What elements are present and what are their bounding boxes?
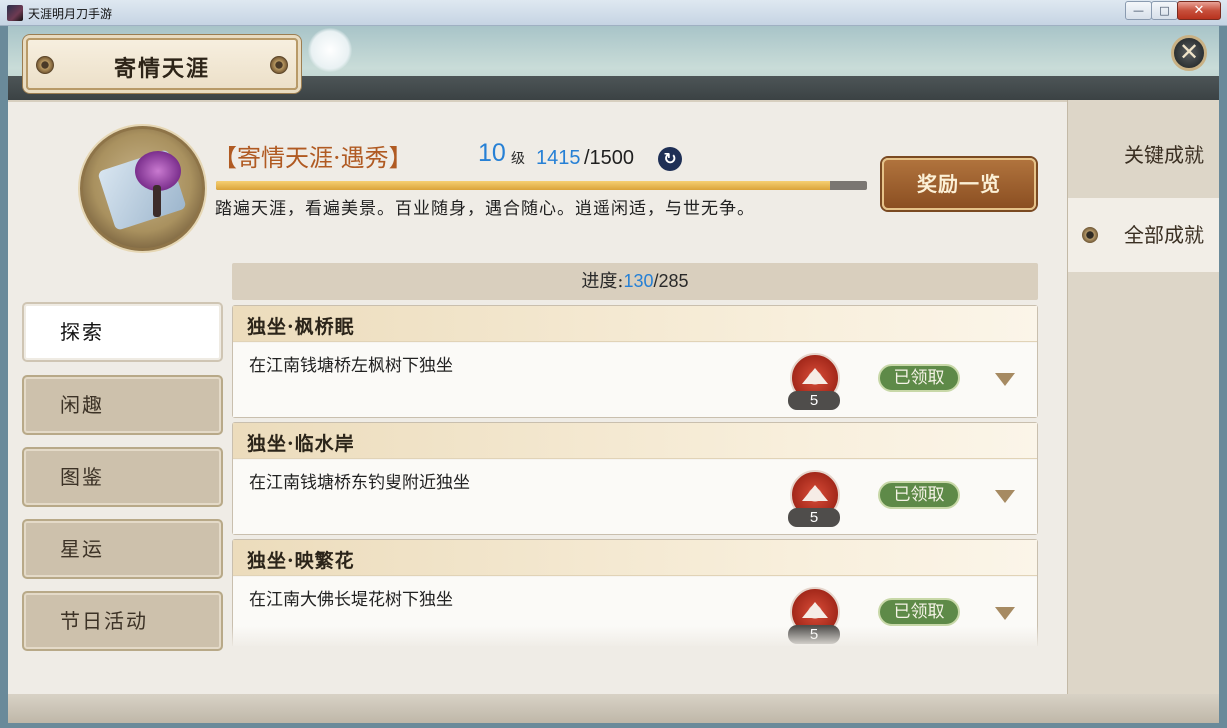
card-header: 独坐·枫桥眠 bbox=[233, 306, 1037, 342]
level-unit: 级 bbox=[511, 151, 525, 167]
refresh-icon[interactable]: ↻ bbox=[658, 147, 682, 171]
exp-max: /1500 bbox=[584, 147, 635, 169]
overall-progress: 进度:130/285 bbox=[232, 263, 1038, 300]
claimed-status: 已领取 bbox=[878, 364, 960, 392]
tab-collection[interactable]: 图鉴 bbox=[22, 447, 223, 507]
list-item[interactable]: 独坐·临水岸 在江南钱塘桥东钓叟附近独坐 5 已领取 bbox=[232, 422, 1038, 535]
card-body: 在江南钱塘桥东钓叟附近独坐 5 已领取 bbox=[233, 460, 1037, 534]
window-close-button[interactable]: ✕ bbox=[1177, 1, 1221, 20]
progress-label: 进度: bbox=[581, 271, 624, 292]
tab-festival[interactable]: 节日活动 bbox=[22, 591, 223, 651]
window-controls: — □ ✕ bbox=[1125, 1, 1221, 20]
app-icon bbox=[7, 5, 23, 21]
chevron-down-icon[interactable] bbox=[995, 607, 1015, 620]
tab-leisure[interactable]: 闲趣 bbox=[22, 375, 223, 435]
reward-count: 5 bbox=[788, 391, 840, 410]
exp-progress-fill bbox=[216, 181, 830, 190]
progress-total: /285 bbox=[653, 271, 689, 291]
title-plaque: 寄情天涯 bbox=[26, 38, 298, 90]
window-titlebar: 天涯明月刀手游 — □ ✕ bbox=[0, 0, 1227, 26]
progress-current: 130 bbox=[623, 271, 654, 291]
trunk-art bbox=[153, 185, 161, 217]
window-title: 天涯明月刀手游 bbox=[28, 7, 113, 21]
item-name: 独坐·临水岸 bbox=[247, 433, 355, 455]
item-description: 在江南钱塘桥左枫树下独坐 bbox=[249, 356, 453, 376]
bottom-strip bbox=[8, 694, 1219, 723]
claimed-status: 已领取 bbox=[878, 598, 960, 626]
tab-all-achievements-label: 全部成就 bbox=[1124, 223, 1204, 247]
achievement-list: 独坐·枫桥眠 在江南钱塘桥左枫树下独坐 5 已领取 独坐·临水岸 在江南钱塘桥东… bbox=[232, 305, 1038, 646]
reward-count: 5 bbox=[788, 508, 840, 527]
card-header: 独坐·映繁花 bbox=[233, 540, 1037, 576]
close-icon[interactable]: ✕ bbox=[1171, 35, 1207, 71]
maximize-button[interactable]: □ bbox=[1151, 1, 1178, 20]
page-title: 寄情天涯 bbox=[113, 56, 210, 82]
item-name: 独坐·枫桥眠 bbox=[247, 316, 355, 338]
minimize-button[interactable]: — bbox=[1125, 1, 1152, 20]
achievement-avatar bbox=[80, 126, 205, 251]
tab-fortune[interactable]: 星运 bbox=[22, 519, 223, 579]
exp-progress-bar bbox=[216, 181, 867, 190]
moon-decoration bbox=[308, 28, 352, 72]
list-fade bbox=[232, 626, 1038, 648]
item-description: 在江南钱塘桥东钓叟附近独坐 bbox=[249, 473, 470, 493]
card-header: 独坐·临水岸 bbox=[233, 423, 1037, 459]
achievement-description: 踏遍天涯，看遍美景。百业随身，遇合随心。逍遥闲适，与世无争。 bbox=[215, 199, 755, 219]
game-area: 寄情天涯 ✕ 关键成就 全部成就 【寄情天涯·遇秀】 10 级 1415 /15… bbox=[8, 26, 1219, 723]
reward-list-button[interactable]: 奖励一览 bbox=[882, 158, 1036, 210]
list-item[interactable]: 独坐·枫桥眠 在江南钱塘桥左枫树下独坐 5 已领取 bbox=[232, 305, 1038, 418]
tab-all-achievements[interactable]: 全部成就 bbox=[1068, 198, 1219, 272]
tab-key-achievements[interactable]: 关键成就 bbox=[1068, 118, 1219, 192]
achievement-title: 【寄情天涯·遇秀】 bbox=[213, 144, 413, 172]
chevron-down-icon[interactable] bbox=[995, 373, 1015, 386]
item-name: 独坐·映繁花 bbox=[247, 550, 355, 572]
claimed-status: 已领取 bbox=[878, 481, 960, 509]
card-body: 在江南钱塘桥左枫树下独坐 5 已领取 bbox=[233, 343, 1037, 417]
tab-explore[interactable]: 探索 bbox=[22, 302, 223, 362]
ornament-icon bbox=[270, 56, 288, 74]
ornament-icon bbox=[1082, 227, 1098, 243]
chevron-down-icon[interactable] bbox=[995, 490, 1015, 503]
right-sidebar: 关键成就 全部成就 bbox=[1067, 100, 1219, 694]
item-description: 在江南大佛长堤花树下独坐 bbox=[249, 590, 453, 610]
achievement-level: 10 bbox=[478, 139, 506, 167]
exp-current: 1415 bbox=[536, 147, 581, 169]
